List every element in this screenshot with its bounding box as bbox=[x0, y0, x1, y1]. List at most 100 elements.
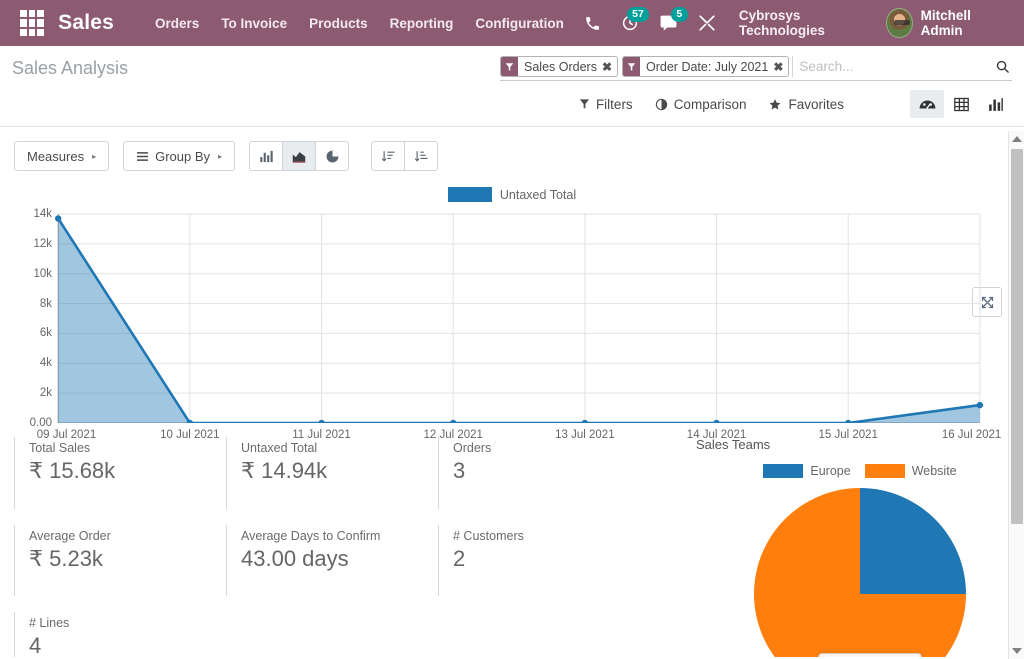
x-axis-tick: 13 Jul 2021 bbox=[555, 429, 615, 441]
chevron-right-icon: ▸ bbox=[92, 151, 97, 161]
area-chart-canvas[interactable] bbox=[14, 208, 1010, 423]
activity-clock-icon[interactable]: 57 bbox=[612, 7, 649, 36]
company-name[interactable]: Cybrosys Technologies bbox=[727, 8, 884, 38]
chart-toolbar: Measures ▸ Group By ▸ bbox=[0, 127, 1024, 171]
messages-chat-icon[interactable]: 5 bbox=[650, 6, 688, 37]
graph-view-button[interactable] bbox=[978, 90, 1012, 118]
data-point[interactable] bbox=[844, 419, 852, 423]
menu-item-to-invoice[interactable]: To Invoice bbox=[210, 10, 298, 37]
kpi-lines[interactable]: # Lines 4 bbox=[14, 612, 226, 657]
navbar-right-group: 57 5 Cybrosys Technologies Mitchell Admi… bbox=[575, 6, 1014, 38]
kpi-untaxed-total[interactable]: Untaxed Total ₹ 14.94k bbox=[226, 437, 438, 509]
filter-funnel-icon bbox=[623, 57, 641, 76]
vertical-scrollbar[interactable] bbox=[1008, 131, 1024, 659]
scroll-up-arrow[interactable] bbox=[1009, 131, 1024, 147]
kpi-average-order[interactable]: Average Order ₹ 5.23k bbox=[14, 524, 226, 597]
scroll-down-arrow[interactable] bbox=[1009, 643, 1024, 659]
pie-legend-item-europe[interactable]: Europe bbox=[763, 464, 851, 478]
area-chart[interactable]: 0.00 2k 4k 6k 8k 10k 12k 14k 09 Jul 2021 10 Jul … bbox=[14, 208, 1010, 441]
kpi-label: Orders bbox=[453, 441, 492, 455]
sort-descending-button[interactable] bbox=[371, 141, 406, 171]
comparison-label: Comparison bbox=[673, 96, 747, 112]
pie-tooltip: Count Website: 3.00 bbox=[818, 653, 922, 657]
scrollbar-thumb[interactable] bbox=[1011, 149, 1023, 524]
list-lines-icon bbox=[137, 151, 149, 161]
comparison-dropdown[interactable]: Comparison bbox=[655, 96, 747, 112]
bar-chart-button[interactable] bbox=[249, 141, 284, 171]
control-panel-row-bottom: Filters Comparison Favorites bbox=[12, 81, 1012, 126]
list-view-button[interactable] bbox=[944, 90, 978, 118]
chart-legend: Untaxed Total bbox=[0, 187, 1024, 202]
user-menu[interactable]: Mitchell Admin bbox=[886, 8, 1010, 38]
legend-label-untaxed-total: Untaxed Total bbox=[499, 187, 577, 202]
y-axis-tick: 2k bbox=[39, 387, 52, 400]
kpi-average-days-to-confirm[interactable]: Average Days to Confirm 43.00 days bbox=[226, 524, 438, 597]
menu-item-products[interactable]: Products bbox=[298, 10, 379, 37]
kpi-label: Untaxed Total bbox=[241, 441, 318, 455]
kpi-orders[interactable]: Orders 3 bbox=[438, 437, 650, 509]
search-input[interactable] bbox=[792, 56, 987, 77]
data-point[interactable] bbox=[713, 419, 720, 423]
pie-label-europe: Europe bbox=[810, 464, 851, 478]
kpi-value: 3 bbox=[453, 458, 466, 483]
pie-label-website: Website bbox=[911, 464, 957, 478]
filters-dropdown[interactable]: Filters bbox=[579, 97, 633, 112]
filter-funnel-icon bbox=[501, 57, 518, 76]
sales-teams-panel: Sales Teams Europe Website Count bbox=[674, 437, 1024, 657]
search-view: Sales Orders ✖ Order Date: July 2021 ✖ bbox=[500, 56, 1012, 81]
menu-item-configuration[interactable]: Configuration bbox=[464, 10, 574, 37]
area-chart-button[interactable] bbox=[282, 141, 317, 171]
kpi-value: ₹ 14.94k bbox=[241, 458, 328, 483]
dashboard-view-button[interactable] bbox=[910, 90, 944, 118]
chart-type-group bbox=[249, 141, 350, 171]
facet-remove-icon[interactable]: ✖ bbox=[601, 57, 617, 76]
phone-icon[interactable] bbox=[575, 11, 610, 36]
facet-remove-icon[interactable]: ✖ bbox=[772, 57, 788, 76]
main-menu: Orders To Invoice Products Reporting Con… bbox=[144, 10, 575, 37]
menu-item-orders[interactable]: Orders bbox=[144, 10, 210, 37]
apps-grid-icon[interactable] bbox=[20, 10, 45, 36]
pie-chart-button[interactable] bbox=[315, 141, 350, 171]
data-point[interactable] bbox=[54, 215, 62, 222]
kpi-value: 2 bbox=[453, 545, 466, 571]
search-icon[interactable] bbox=[987, 59, 1012, 74]
dashboard-icon bbox=[919, 100, 935, 109]
kpi-value: 43.00 days bbox=[241, 545, 349, 571]
kpi-label: Average Days to Confirm bbox=[241, 528, 381, 543]
pie-chart-holder: Count Website: 3.00 bbox=[696, 488, 1024, 657]
kpi-total-sales[interactable]: Total Sales ₹ 15.68k bbox=[14, 437, 226, 509]
data-point[interactable] bbox=[449, 419, 457, 423]
sort-ascending-button[interactable] bbox=[404, 141, 439, 171]
facet-sales-orders[interactable]: Sales Orders ✖ bbox=[500, 56, 619, 77]
x-axis-tick: 09 Jul 2021 bbox=[36, 429, 97, 441]
kpi-value: 4 bbox=[29, 633, 42, 657]
page-title: Sales Analysis bbox=[12, 58, 129, 78]
group-by-label: Group By bbox=[155, 148, 211, 164]
messages-badge: 5 bbox=[670, 6, 688, 22]
kpi-label: # Customers bbox=[453, 528, 524, 543]
y-axis-tick: 4k bbox=[39, 357, 52, 370]
user-avatar bbox=[886, 8, 913, 38]
sales-teams-pie-chart[interactable] bbox=[754, 488, 966, 657]
data-point[interactable] bbox=[318, 419, 325, 423]
sales-analysis-page: Sales Orders To Invoice Products Reporti… bbox=[0, 0, 1024, 659]
view-switcher bbox=[910, 90, 1012, 118]
measures-dropdown[interactable]: Measures ▸ bbox=[14, 141, 110, 171]
data-point[interactable] bbox=[976, 401, 984, 409]
app-brand-sales[interactable]: Sales bbox=[58, 11, 114, 35]
comparison-contrast-icon bbox=[655, 98, 667, 110]
data-point[interactable] bbox=[581, 419, 589, 423]
star-icon bbox=[770, 98, 781, 109]
group-by-dropdown[interactable]: Group By ▸ bbox=[123, 141, 236, 171]
kpi-customers[interactable]: # Customers 2 bbox=[438, 524, 650, 597]
pie-legend-item-website[interactable]: Website bbox=[864, 464, 957, 478]
menu-item-reporting[interactable]: Reporting bbox=[379, 10, 465, 37]
facet-order-date[interactable]: Order Date: July 2021 ✖ bbox=[622, 56, 790, 77]
search-facets: Sales Orders ✖ Order Date: July 2021 ✖ bbox=[500, 56, 790, 77]
favorites-dropdown[interactable]: Favorites bbox=[768, 97, 844, 112]
kpi-value: ₹ 15.68k bbox=[29, 458, 116, 483]
activity-badge: 57 bbox=[627, 7, 649, 22]
sort-asc-icon bbox=[414, 150, 428, 161]
tools-wrench-icon[interactable] bbox=[689, 10, 725, 36]
y-axis-tick: 8k bbox=[39, 297, 52, 310]
